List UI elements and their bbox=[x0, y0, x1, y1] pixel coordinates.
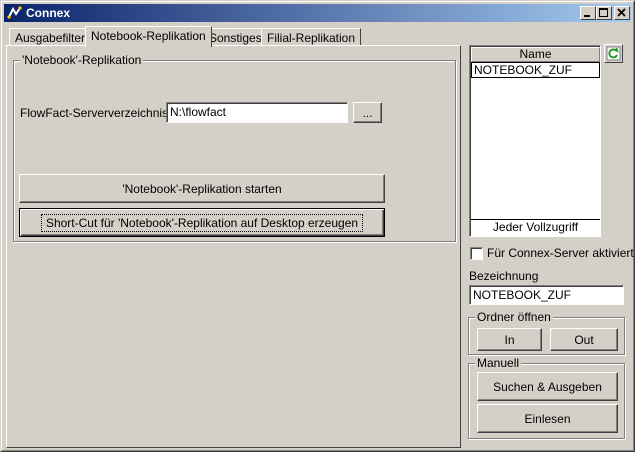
server-dir-label: FlowFact-Serververzeichnis bbox=[20, 106, 169, 120]
browse-button[interactable]: ... bbox=[353, 102, 382, 123]
server-activated-checkbox[interactable] bbox=[470, 247, 483, 260]
refresh-button[interactable] bbox=[604, 44, 623, 63]
replication-group: 'Notebook'-Replikation FlowFact-Serverve… bbox=[13, 53, 456, 242]
create-shortcut-label: Short-Cut für 'Notebook'-Replikation auf… bbox=[40, 213, 364, 232]
manuell-group: Manuell Suchen & Ausgeben Einlesen bbox=[468, 356, 625, 439]
ordner-group-title: Ordner öffnen bbox=[475, 310, 553, 324]
close-button[interactable] bbox=[614, 6, 630, 20]
ordner-group: Ordner öffnen In Out bbox=[468, 310, 625, 355]
import-button[interactable]: Einlesen bbox=[477, 404, 618, 433]
bezeichnung-label: Bezeichnung bbox=[469, 269, 539, 283]
create-shortcut-button[interactable]: Short-Cut für 'Notebook'-Replikation auf… bbox=[19, 208, 385, 237]
start-replication-button[interactable]: 'Notebook'-Replikation starten bbox=[19, 174, 385, 203]
tab-sonstiges[interactable]: Sonstiges bbox=[203, 28, 268, 46]
list-header-name[interactable]: Name bbox=[471, 47, 600, 62]
name-list[interactable]: Name NOTEBOOK_ZUF Jeder Vollzugriff bbox=[469, 45, 601, 237]
replication-group-title: 'Notebook'-Replikation bbox=[20, 53, 144, 67]
tab-ausgabefilter[interactable]: Ausgabefilter bbox=[9, 28, 92, 46]
minimize-icon bbox=[584, 15, 590, 17]
manuell-group-title: Manuell bbox=[475, 356, 522, 370]
list-item[interactable]: NOTEBOOK_ZUF bbox=[471, 62, 600, 78]
list-footer-access: Jeder Vollzugriff bbox=[471, 219, 600, 235]
tab-filial-replikation[interactable]: Filial-Replikation bbox=[261, 28, 362, 46]
search-output-button[interactable]: Suchen & Ausgeben bbox=[477, 372, 618, 401]
tab-notebook-replikation[interactable]: Notebook-Replikation bbox=[85, 26, 212, 47]
window-title: Connex bbox=[26, 6, 71, 20]
bezeichnung-input[interactable]: NOTEBOOK_ZUF bbox=[469, 285, 624, 305]
minimize-button[interactable] bbox=[580, 6, 596, 20]
out-button[interactable]: Out bbox=[550, 328, 618, 351]
tab-panel: 'Notebook'-Replikation FlowFact-Serverve… bbox=[6, 45, 461, 448]
title-bar[interactable]: Connex bbox=[4, 4, 631, 22]
server-dir-input[interactable]: N:\flowfact bbox=[166, 102, 348, 123]
close-icon bbox=[617, 8, 626, 17]
connex-app-icon bbox=[7, 6, 22, 19]
server-activated-label: Für Connex-Server aktiviert bbox=[487, 246, 634, 260]
maximize-icon bbox=[599, 8, 608, 17]
in-button[interactable]: In bbox=[477, 328, 542, 351]
maximize-button[interactable] bbox=[596, 6, 612, 20]
connex-window: Connex Ausgabefilter Notebook-Replikatio… bbox=[0, 0, 635, 452]
refresh-icon bbox=[606, 46, 621, 61]
